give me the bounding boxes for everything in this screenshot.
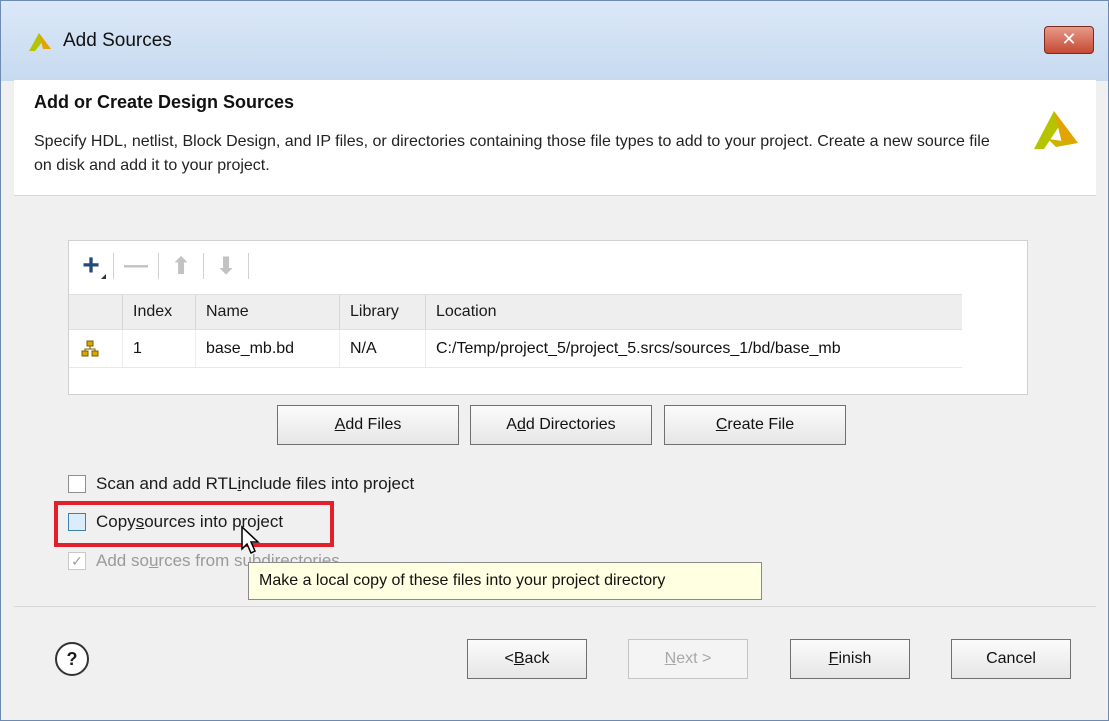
row-location: C:/Temp/project_5/project_5.srcs/sources…	[425, 330, 962, 367]
window-title: Add Sources	[63, 30, 172, 51]
button-label: inish	[838, 650, 872, 667]
column-header-name[interactable]: Name	[195, 295, 339, 329]
xilinx-logo-icon	[29, 33, 51, 51]
minus-icon: —	[124, 252, 148, 279]
column-header-index[interactable]: Index	[122, 295, 195, 329]
toolbar-separator	[113, 253, 114, 279]
option-label: Add so	[96, 551, 149, 570]
mouse-cursor-icon	[241, 525, 260, 555]
cancel-button[interactable]: Cancel	[951, 639, 1071, 679]
button-label: d Directories	[525, 416, 616, 433]
add-directories-button[interactable]: Add Directories	[470, 405, 652, 445]
block-design-icon	[81, 340, 99, 357]
option-label: Scan and add RTL	[96, 474, 238, 493]
page-title: Add or Create Design Sources	[34, 92, 295, 112]
button-label: A	[506, 416, 517, 433]
column-header-library[interactable]: Library	[339, 295, 425, 329]
move-up-button[interactable]: ⬆	[164, 249, 198, 283]
close-icon: ✕	[1061, 29, 1077, 49]
dropdown-corner-icon	[101, 274, 106, 279]
accel-key: C	[715, 416, 728, 433]
xilinx-logo-icon	[1034, 111, 1078, 149]
back-button[interactable]: < Back	[467, 639, 587, 679]
tooltip: Make a local copy of these files into yo…	[248, 562, 762, 600]
create-file-button[interactable]: Create File	[664, 405, 846, 445]
row-icon-cell	[69, 330, 122, 367]
add-subdirectories-checkbox[interactable]: ✓	[68, 552, 86, 570]
close-button[interactable]: ✕	[1044, 26, 1094, 54]
table-toolbar: + — ⬆ ⬇	[74, 247, 254, 285]
accel-key: A	[334, 416, 346, 433]
next-button[interactable]: Next >	[628, 639, 748, 679]
accel-key: N	[664, 650, 677, 667]
row-index: 1	[122, 330, 195, 367]
help-button[interactable]: ?	[55, 642, 89, 676]
table-header: Index Name Library Location	[69, 294, 962, 330]
scan-rtl-checkbox[interactable]	[68, 475, 86, 493]
accel-key: F	[828, 650, 839, 667]
accel-key: d	[516, 416, 526, 433]
toolbar-separator	[203, 253, 204, 279]
accel-key: u	[148, 551, 159, 570]
scan-rtl-option[interactable]: Scan and add RTL i nclude files into proj…	[68, 474, 414, 494]
button-label: reate File	[727, 416, 795, 433]
toolbar-separator	[158, 253, 159, 279]
finish-button[interactable]: Finish	[790, 639, 910, 679]
toolbar-separator	[248, 253, 249, 279]
column-header-location[interactable]: Location	[425, 295, 962, 329]
highlight-annotation	[54, 501, 334, 547]
arrow-up-icon: ⬆	[170, 252, 192, 280]
button-label: <	[504, 650, 514, 667]
add-source-button[interactable]: +	[74, 249, 108, 283]
question-icon: ?	[66, 648, 78, 669]
add-files-button[interactable]: Add Files	[277, 405, 459, 445]
button-label: dd Files	[345, 416, 402, 433]
button-label: ext >	[676, 650, 712, 667]
checkmark-icon: ✓	[71, 552, 83, 569]
row-name: base_mb.bd	[195, 330, 339, 367]
accel-key: B	[513, 650, 525, 667]
option-label: nclude files into project	[241, 474, 415, 493]
table-row[interactable]: 1 base_mb.bd N/A C:/Temp/project_5/proje…	[69, 330, 962, 368]
title-bar: Add Sources ✕	[1, 1, 1108, 81]
button-label: ack	[524, 650, 550, 667]
arrow-down-icon: ⬇	[215, 252, 237, 280]
plus-icon: +	[82, 249, 100, 282]
remove-source-button[interactable]: —	[119, 249, 153, 283]
button-label: Cancel	[986, 650, 1036, 667]
move-down-button[interactable]: ⬇	[209, 249, 243, 283]
row-library: N/A	[339, 330, 425, 367]
column-header-icon[interactable]	[69, 295, 122, 329]
page-description: Specify HDL, netlist, Block Design, and …	[34, 133, 990, 174]
